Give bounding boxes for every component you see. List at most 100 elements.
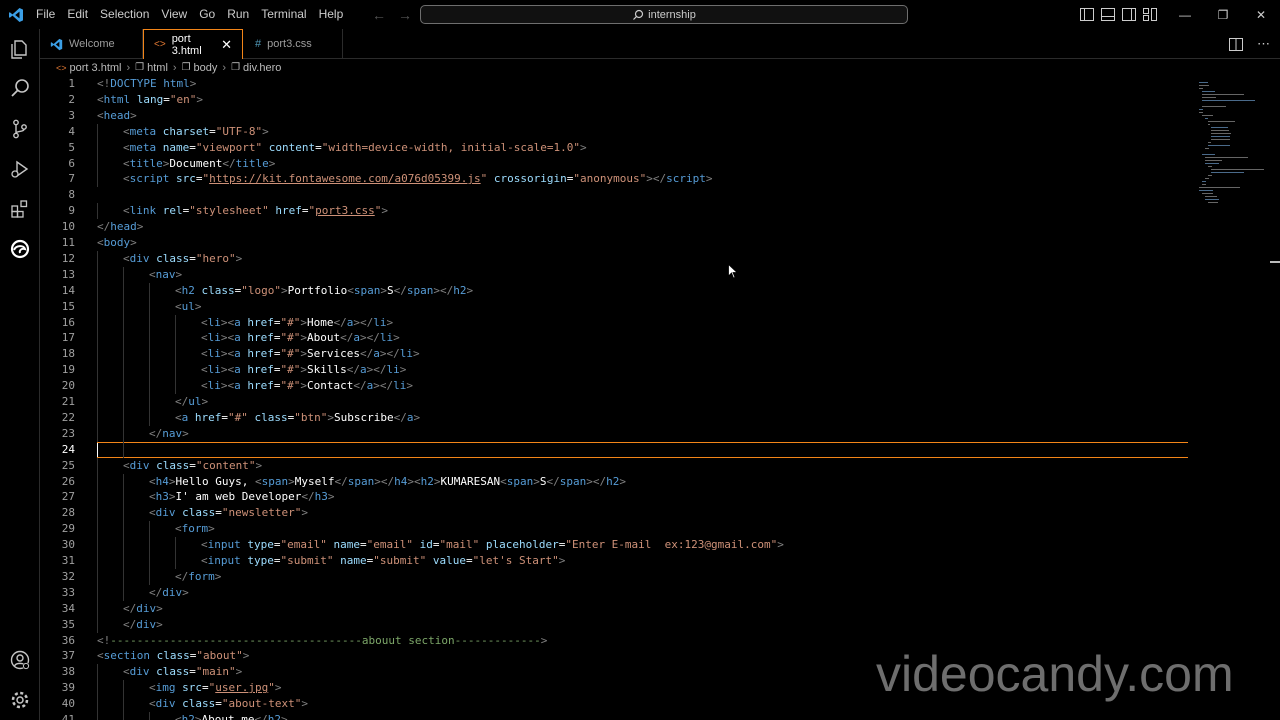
code-token: "about" xyxy=(196,649,243,663)
code-token: </ xyxy=(346,363,360,377)
accounts-icon[interactable] xyxy=(0,640,40,680)
line-number: 18 xyxy=(61,347,75,361)
code-line[interactable]: 27 <h3>I' am web Developer</h3> xyxy=(40,489,1190,506)
code-line[interactable]: 10 </head> xyxy=(40,219,1190,235)
code-content: <input type="email" name="email" id="mai… xyxy=(201,537,784,553)
code-token: > xyxy=(136,220,144,234)
minimap-slider[interactable] xyxy=(1270,261,1280,263)
minimize-icon[interactable]: — xyxy=(1166,0,1204,29)
code-token: div xyxy=(155,506,176,520)
code-token: = xyxy=(189,665,196,679)
code-token: > xyxy=(300,363,307,377)
code-line[interactable]: 5 <meta name="viewport" content="width=de… xyxy=(40,139,1190,156)
menu-go[interactable]: Go xyxy=(193,0,221,29)
code-token: lang xyxy=(136,92,164,106)
code-token: < xyxy=(201,554,208,567)
code-line[interactable]: 15 <ul> xyxy=(40,298,1190,315)
toggle-panel-icon[interactable] xyxy=(1101,8,1115,21)
code-line[interactable]: 20 <li><a href="#">Contact</a></li> xyxy=(40,378,1190,395)
code-line[interactable]: 21 </ul> xyxy=(40,394,1190,410)
code-line[interactable]: 26 <h4>Hello Guys, <span>Myself</span></h… xyxy=(40,473,1190,490)
code-line[interactable]: 33 </div> xyxy=(40,584,1190,601)
code-line[interactable]: 16 <li><a href="#">Home</a></li> xyxy=(40,314,1190,331)
code-token: </ xyxy=(149,426,163,440)
more-actions-icon[interactable]: ⋯ xyxy=(1257,36,1270,52)
menu-help[interactable]: Help xyxy=(313,0,350,29)
code-line[interactable]: 4 <meta charset="UTF-8"> xyxy=(40,123,1190,140)
code-line[interactable]: 9 <link rel="stylesheet" href="port3.css"… xyxy=(40,203,1190,220)
source-control-icon[interactable] xyxy=(0,109,40,149)
code-line[interactable]: 25 <div class="content"> xyxy=(40,457,1190,474)
extensions-icon[interactable] xyxy=(0,189,40,229)
code-line[interactable]: 34 </div> xyxy=(40,600,1190,617)
code-token: "main" xyxy=(195,665,236,679)
code-line[interactable]: 2 <html lang="en"> xyxy=(40,92,1190,108)
restore-icon[interactable]: ❐ xyxy=(1204,0,1242,29)
line-number: 35 xyxy=(61,617,75,631)
breadcrumb-body[interactable]: body xyxy=(194,62,218,74)
back-arrow-icon[interactable]: ← xyxy=(372,7,386,23)
code-line[interactable]: 7 <script src="https://kit.fontawesome.co… xyxy=(40,171,1190,188)
code-line[interactable]: 23 </nav> xyxy=(40,425,1190,442)
tab-port3-css[interactable]: # port3.css xyxy=(243,29,343,59)
code-line[interactable]: 11 <body> xyxy=(40,235,1190,251)
indent-guide xyxy=(97,250,98,267)
breadcrumb-div-hero[interactable]: div.hero xyxy=(243,62,281,74)
code-token: ></ xyxy=(353,315,374,329)
code-line[interactable]: 3 <head> xyxy=(40,108,1190,124)
code-line[interactable]: 41 <h2>About me</h2> xyxy=(40,712,1190,720)
edge-browser-icon[interactable] xyxy=(0,229,40,269)
run-debug-icon[interactable] xyxy=(0,149,40,189)
command-center-search[interactable]: internship xyxy=(420,5,908,24)
explorer-icon[interactable] xyxy=(0,29,40,69)
code-line[interactable]: 31 <input type="submit" name="submit" val… xyxy=(40,553,1190,569)
code-line[interactable]: 18 <li><a href="#">Services</a></li> xyxy=(40,346,1190,363)
tab-port-3-html[interactable]: <> port 3.html ✕ xyxy=(143,29,243,59)
search-sidebar-icon[interactable] xyxy=(0,69,40,109)
code-token: > xyxy=(242,649,250,663)
code-line[interactable]: 35 </div> xyxy=(40,616,1190,633)
code-line[interactable]: 17 <li><a href="#">About</a></li> xyxy=(40,330,1190,347)
menu-selection[interactable]: Selection xyxy=(94,0,155,29)
code-line[interactable]: 22 <a href="#" class="btn">Subscribe</a> xyxy=(40,409,1190,426)
forward-arrow-icon[interactable]: → xyxy=(398,7,412,23)
code-line[interactable]: 13 <nav> xyxy=(40,266,1190,283)
code-line[interactable]: 32 </form> xyxy=(40,568,1190,585)
code-token: = xyxy=(209,124,216,138)
minimap-line xyxy=(1202,181,1206,182)
code-line[interactable]: 28 <div class="newsletter"> xyxy=(40,505,1190,522)
code-line[interactable]: 30 <input type="email" name="email" id="m… xyxy=(40,537,1190,554)
split-editor-icon[interactable] xyxy=(1229,37,1243,51)
tab-welcome[interactable]: Welcome xyxy=(40,29,143,59)
menu-edit[interactable]: Edit xyxy=(61,0,94,29)
menu-terminal[interactable]: Terminal xyxy=(255,0,312,29)
minimap[interactable] xyxy=(1195,76,1280,263)
manage-gear-icon[interactable] xyxy=(0,680,40,720)
code-line[interactable]: 1 <!DOCTYPE html> xyxy=(40,76,1190,92)
toggle-secondary-sidebar-icon[interactable] xyxy=(1122,8,1136,21)
code-line[interactable]: 24 xyxy=(40,441,1190,458)
code-token: href xyxy=(275,204,302,218)
code-token: "#" xyxy=(280,331,301,345)
code-line[interactable]: 6 <title>Document</title> xyxy=(40,155,1190,172)
menu-view[interactable]: View xyxy=(155,0,193,29)
code-editor[interactable]: 1 <!DOCTYPE html> 2 <html lang="en"> 3 <head>… xyxy=(40,76,1280,720)
code-content: <head> xyxy=(97,108,137,124)
breadcrumb-html[interactable]: html xyxy=(147,62,168,74)
code-token: < xyxy=(201,363,208,377)
breadcrumb-file[interactable]: port 3.html xyxy=(70,62,122,74)
code-token: > xyxy=(274,681,282,695)
code-line[interactable]: 12 <div class="hero"> xyxy=(40,250,1190,267)
close-window-icon[interactable]: ✕ xyxy=(1242,0,1280,29)
code-line[interactable]: 8 xyxy=(40,187,1190,203)
menu-file[interactable]: File xyxy=(30,0,61,29)
code-line[interactable]: 14 <h2 class="logo">Portfolio<span>S</spa… xyxy=(40,282,1190,299)
indent-guide xyxy=(97,584,98,601)
customize-layout-icon[interactable] xyxy=(1143,8,1157,21)
close-tab-icon[interactable]: ✕ xyxy=(221,37,232,53)
code-line[interactable]: 19 <li><a href="#">Skills</a></li> xyxy=(40,362,1190,379)
toggle-primary-sidebar-icon[interactable] xyxy=(1080,8,1094,21)
menu-run[interactable]: Run xyxy=(221,0,255,29)
code-line[interactable]: 29 <form> xyxy=(40,521,1190,538)
